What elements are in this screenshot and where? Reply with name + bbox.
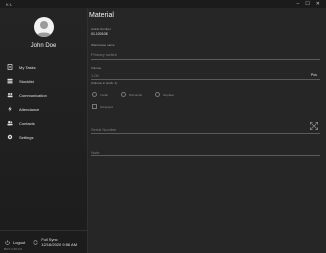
scrapped-checkbox[interactable]: Scrapped: [92, 104, 113, 109]
action-radio-group: Install Dismantle Replace: [92, 92, 187, 97]
sidebar-item-my-tasks[interactable]: My Tasks: [0, 60, 87, 74]
checkbox-box: [92, 104, 97, 109]
version-label: BOX 2.00.0.0: [4, 247, 23, 251]
app-window: K·L – ☐ ✕ John Doe My Tasks Stocklist Co…: [0, 0, 326, 253]
list-icon: [7, 78, 13, 84]
sidebar-item-label: My Tasks: [19, 64, 36, 70]
warehouse-label: Warehouse name: [91, 43, 115, 47]
main-content: Material Article Number 01.100108 Wareho…: [88, 8, 326, 253]
contacts-icon: [7, 120, 13, 126]
radio-label: Dismantle: [128, 92, 143, 97]
avatar[interactable]: [34, 17, 54, 37]
user-name: John Doe: [30, 43, 57, 49]
note-underline: [91, 155, 320, 156]
sidebar-item-label: Communication: [19, 92, 47, 98]
scan-icon[interactable]: [310, 122, 318, 130]
volume-unit: Pcs: [311, 73, 317, 77]
radio-label: Replace: [163, 92, 175, 97]
warehouse-underline: [91, 59, 320, 60]
radio-install[interactable]: Install: [92, 92, 108, 97]
sidebar-item-attendance[interactable]: Attendance: [0, 102, 87, 116]
minimize-button[interactable]: –: [297, 0, 300, 8]
full-sync-button[interactable]: Full Sync 12/16/2020 9:56 AM: [33, 237, 77, 247]
power-icon: [5, 239, 10, 245]
radio-circle: [155, 92, 161, 97]
article-number-value: 01.100108: [91, 32, 108, 36]
sync-icon: [33, 239, 38, 245]
window-controls: – ☐ ✕: [297, 0, 320, 8]
volume-hint: (Volume in stock: 1): [91, 81, 118, 85]
maximize-button[interactable]: ☐: [305, 0, 309, 8]
sidebar-item-label: Contacts: [19, 120, 35, 126]
checkbox-label: Scrapped: [100, 104, 113, 109]
bolt-icon: [8, 106, 12, 112]
volume-label: Volume: [91, 66, 102, 70]
title-bar: K·L – ☐ ✕: [0, 0, 326, 8]
volume-underline: [91, 79, 320, 80]
radio-dismantle[interactable]: Dismantle: [120, 92, 143, 97]
clipboard-icon: [7, 64, 13, 70]
radio-replace[interactable]: Replace: [155, 92, 174, 97]
serial-number-input[interactable]: Serial Number: [91, 127, 117, 132]
sidebar-item-label: Stocklist: [19, 78, 34, 84]
sync-time: 12/16/2020 9:56 AM: [41, 242, 78, 247]
close-button[interactable]: ✕: [316, 0, 320, 8]
sidebar-item-settings[interactable]: Settings: [0, 130, 87, 144]
logout-button[interactable]: Logout: [5, 240, 25, 245]
radio-label: Install: [100, 92, 108, 97]
sidebar-nav: My Tasks Stocklist Communication Attenda…: [0, 60, 87, 144]
sidebar-item-label: Attendance: [19, 106, 40, 112]
volume-input[interactable]: 1.00: [91, 73, 99, 78]
gear-icon: [7, 134, 13, 140]
sync-text: Full Sync 12/16/2020 9:56 AM: [41, 237, 77, 247]
people-icon: [7, 93, 13, 98]
sidebar-item-label: Settings: [19, 134, 34, 140]
warehouse-input[interactable]: Primary switch: [91, 52, 117, 57]
page-title: Material: [89, 12, 114, 19]
sidebar-item-contacts[interactable]: Contacts: [0, 116, 87, 130]
user-avatar-icon: [36, 21, 52, 37]
radio-circle: [120, 92, 126, 97]
logout-label: Logout: [13, 239, 26, 245]
sidebar-item-communication[interactable]: Communication: [0, 88, 87, 102]
serial-number-underline: [91, 133, 320, 134]
sidebar-item-stocklist[interactable]: Stocklist: [0, 74, 87, 88]
article-number-label: Article Number: [91, 27, 111, 31]
radio-circle: [92, 92, 97, 97]
sidebar: John Doe My Tasks Stocklist Communicatio…: [0, 8, 88, 253]
window-title: K·L: [6, 1, 13, 7]
